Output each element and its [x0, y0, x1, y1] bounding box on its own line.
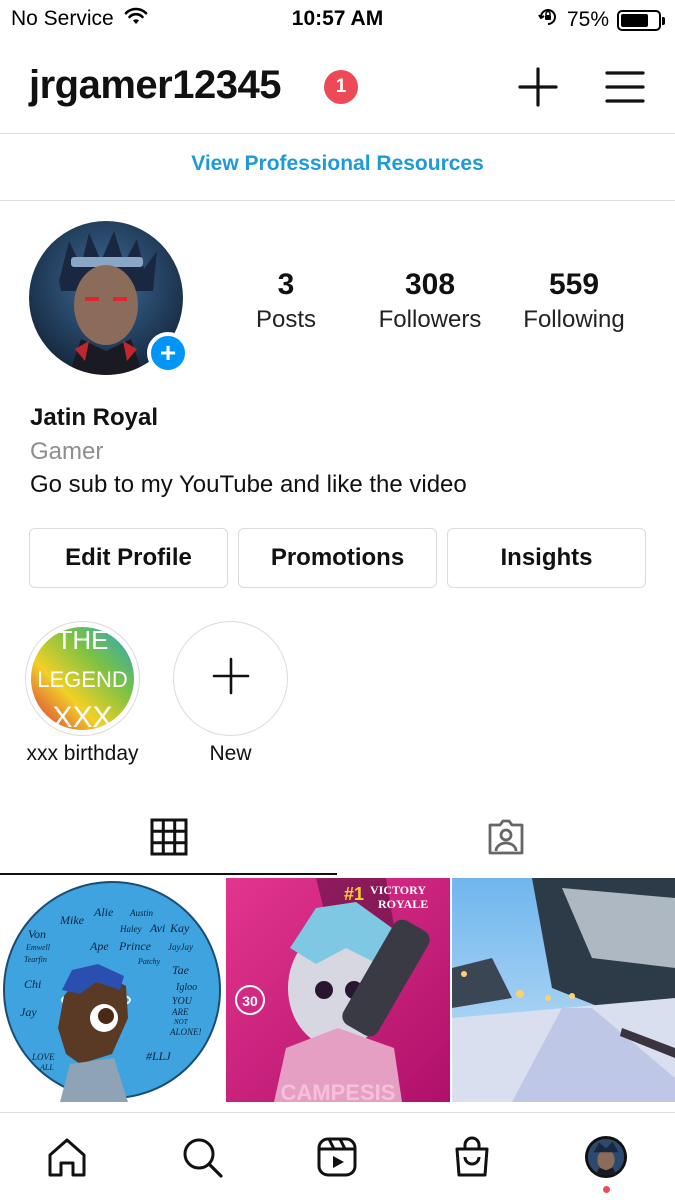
- profile-avatar[interactable]: [584, 1135, 628, 1179]
- bottom-navigation: [0, 1112, 675, 1200]
- post-1-name: Austin: [129, 908, 154, 918]
- add-story-button[interactable]: +: [147, 332, 189, 374]
- professional-resources-link[interactable]: View Professional Resources: [0, 152, 675, 176]
- stat-followers[interactable]: 308 Followers: [355, 268, 505, 334]
- post-1-name: #LLJ: [146, 1049, 171, 1063]
- post-1-name: Jay: [20, 1005, 37, 1019]
- post-1-name: Von: [28, 927, 46, 941]
- promotions-button[interactable]: Promotions: [238, 528, 437, 588]
- edit-profile-button[interactable]: Edit Profile: [29, 528, 228, 588]
- tagged-icon: [486, 817, 526, 862]
- highlight-cover-text-2: LEGEND: [37, 667, 127, 692]
- posts-label: Posts: [255, 306, 317, 333]
- following-count: 559: [548, 268, 600, 301]
- post-2-rank: #1: [344, 884, 364, 904]
- stat-posts[interactable]: 3 Posts: [211, 268, 361, 334]
- highlight-xxx-birthday[interactable]: THE LEGEND XXX xxx birthday: [25, 621, 140, 765]
- post-1-name: Kay: [169, 921, 190, 935]
- profile-avatar-container[interactable]: +: [29, 221, 189, 377]
- post-1-name: Igloo: [175, 982, 197, 993]
- post-1-name: Ape: [89, 939, 109, 953]
- posts-count: 3: [277, 268, 295, 301]
- post-1-name: Haley: [119, 924, 142, 934]
- search-icon[interactable]: [180, 1135, 224, 1179]
- insights-button[interactable]: Insights: [447, 528, 646, 588]
- post-1-name: Emwell: [25, 943, 51, 952]
- highlight-cover-text-3: XXX: [52, 701, 112, 730]
- profile-notification-dot: [603, 1186, 610, 1193]
- post-3[interactable]: [452, 878, 675, 1102]
- plus-icon[interactable]: [516, 65, 560, 109]
- tab-grid[interactable]: [0, 815, 337, 863]
- post-1-name: Tae: [172, 963, 190, 977]
- post-2-watermark: CAMPESIS: [281, 1080, 396, 1102]
- menu-icon[interactable]: [604, 67, 646, 107]
- post-2-level: 30: [242, 993, 258, 1009]
- post-1-name: ALL: [39, 1063, 54, 1072]
- display-name: Jatin Royal: [30, 404, 159, 431]
- post-1-name: Tearfin: [24, 955, 47, 964]
- post-1-name: Patchy: [137, 957, 161, 966]
- notification-badge[interactable]: 1: [324, 70, 358, 104]
- post-1-name: Avi: [149, 921, 165, 935]
- post-1[interactable]: Alie Austin Mike Haley Avi Kay Von Emwel…: [0, 878, 224, 1102]
- highlight-label: New: [209, 742, 252, 765]
- shop-icon[interactable]: [450, 1135, 494, 1179]
- post-1-name: LOVE: [31, 1052, 55, 1062]
- following-label: Following: [523, 306, 625, 333]
- pro-link-divider: [0, 200, 675, 201]
- battery-fill: [621, 13, 648, 27]
- profile-category: Gamer: [30, 438, 104, 465]
- grid-icon: [150, 818, 188, 861]
- followers-count: 308: [404, 268, 456, 301]
- post-2[interactable]: #1 VICTORY ROYALE 30 CAMPESIS: [226, 878, 450, 1102]
- status-right: 75%: [537, 6, 665, 34]
- orientation-lock-icon: [537, 6, 559, 34]
- post-2-victory: VICTORY: [370, 883, 426, 897]
- post-1-name: Prince: [118, 939, 152, 953]
- stat-following[interactable]: 559 Following: [499, 268, 649, 334]
- home-icon[interactable]: [45, 1135, 89, 1179]
- highlight-new[interactable]: New: [173, 621, 288, 765]
- active-tab-indicator: [0, 873, 337, 875]
- followers-label: Followers: [378, 306, 482, 333]
- battery-percent: 75%: [566, 8, 609, 31]
- post-1-name: ALONE!: [169, 1027, 202, 1037]
- username[interactable]: jrgamer12345: [29, 63, 281, 108]
- post-1-name: NOT: [173, 1018, 189, 1026]
- highlight-ring[interactable]: THE LEGEND XXX: [25, 621, 140, 736]
- post-1-name: Alie: [93, 905, 114, 919]
- post-2-royale: ROYALE: [378, 897, 428, 911]
- post-1-name: JayJay: [168, 942, 193, 952]
- post-1-name: Mike: [59, 913, 85, 927]
- new-highlight-ring[interactable]: [173, 621, 288, 736]
- header-divider: [0, 133, 675, 134]
- status-bar: No Service 10:57 AM 75%: [0, 0, 675, 38]
- battery-icon: [617, 9, 665, 31]
- post-1-name: YOU: [172, 996, 193, 1007]
- post-1-name: Chi: [24, 977, 41, 991]
- reels-icon[interactable]: [315, 1135, 359, 1179]
- profile-bio: Go sub to my YouTube and like the video: [30, 471, 467, 498]
- profile-header: jrgamer12345 1: [0, 55, 675, 119]
- tab-tagged[interactable]: [337, 815, 674, 863]
- plus-icon: [211, 656, 251, 701]
- highlight-cover: THE LEGEND XXX: [31, 627, 134, 730]
- highlight-cover-text-1: THE: [57, 627, 109, 655]
- post-1-name: ARE: [171, 1007, 189, 1017]
